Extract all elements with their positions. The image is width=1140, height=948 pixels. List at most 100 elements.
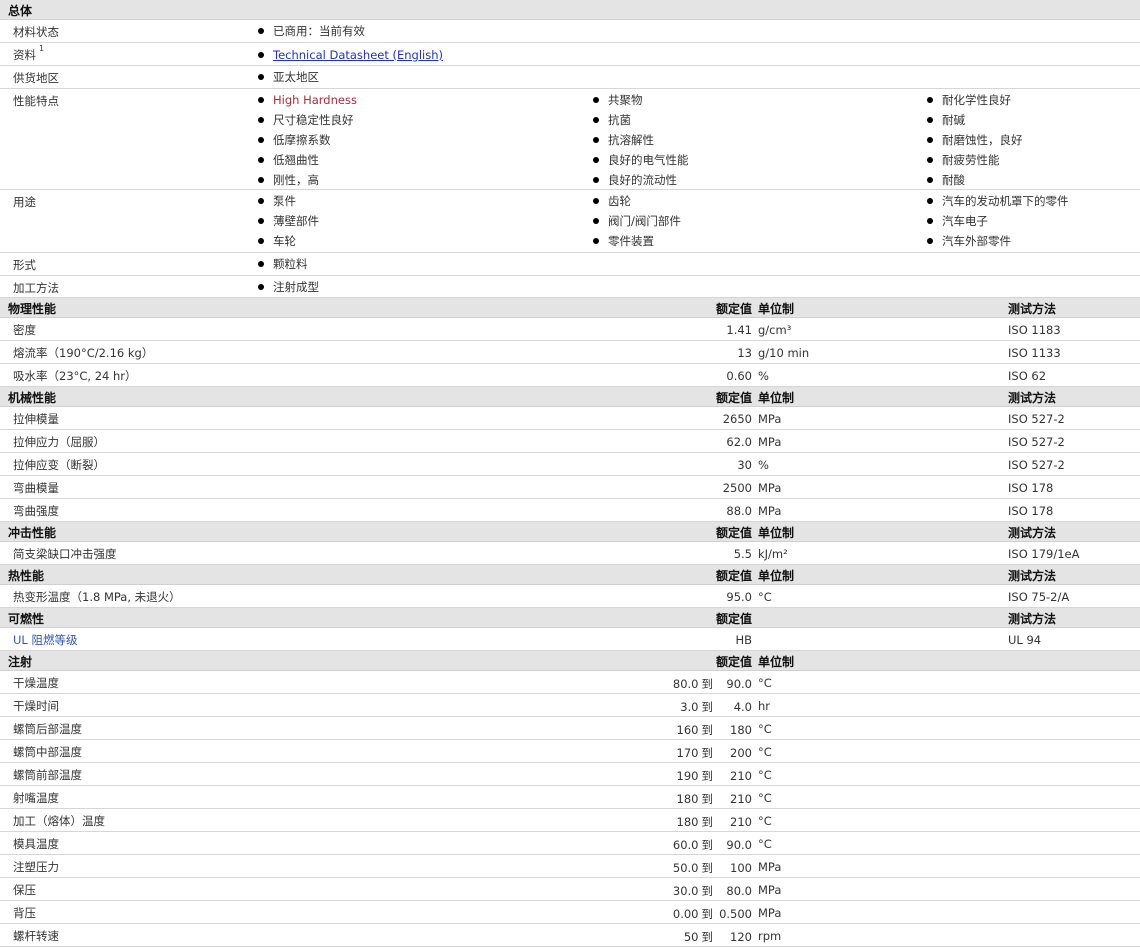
property-label: 螺筒后部温度 [13, 722, 82, 736]
property-range: 30.0 到 80.0 [673, 883, 752, 899]
injection-row: 干燥温度 80.0 到 90.0 °C [0, 671, 1140, 694]
row-region: 供货地区 亚太地区 [0, 66, 1140, 89]
range-to: 100 [730, 861, 752, 875]
property-method: ISO 527-2 [1008, 435, 1065, 449]
property-method: ISO 1133 [1008, 346, 1061, 360]
injection-row: 注塑压力 50.0 到 100 MPa [0, 855, 1140, 878]
property-value: HB [735, 633, 752, 647]
injection-row: 螺杆转速 50 到 120 rpm [0, 924, 1140, 947]
property-label: 注塑压力 [13, 860, 59, 874]
range-from: 170 [676, 746, 699, 760]
property-method: ISO 1183 [1008, 323, 1061, 337]
property-label: 螺筒中部温度 [13, 745, 82, 759]
property-range: 170 到 200 [677, 745, 752, 761]
row-uses: 用途 泵件 薄壁部件 车轮 齿轮 阀门/阀门部件 零件装置 汽车的发动机罩下的零… [0, 190, 1140, 253]
range-separator: 到 [701, 907, 714, 921]
use-item: 泵件 [258, 191, 296, 211]
range-separator: 到 [701, 861, 714, 875]
property-unit: MPa [758, 860, 782, 874]
col-header-method: 测试方法 [1008, 391, 1057, 405]
property-range: 180 到 210 [677, 814, 752, 830]
property-value: 2650 [722, 412, 752, 426]
section-title: 可燃性 [8, 612, 45, 626]
col-header-nominal: 额定值 [715, 655, 752, 669]
feature-item: 抗溶解性 [593, 130, 654, 150]
property-unit: rpm [758, 929, 782, 943]
property-unit: % [758, 458, 769, 472]
property-label: 模具温度 [13, 837, 59, 851]
property-label: 熔流率（190°C/2.16 kg） [13, 346, 154, 360]
range-from: 50.0 [672, 861, 699, 875]
property-unit: °C [758, 814, 772, 828]
col-header-method: 测试方法 [1008, 526, 1057, 540]
property-row: UL 阻燃等级 HB UL 94 [0, 628, 1140, 651]
property-unit: MPa [758, 883, 782, 897]
injection-row: 模具温度 60.0 到 90.0 °C [0, 832, 1140, 855]
property-unit: MPa [758, 435, 782, 449]
use-item: 薄壁部件 [258, 211, 319, 231]
injection-row: 螺筒中部温度 170 到 200 °C [0, 740, 1140, 763]
feature-item: 耐化学性良好 [927, 90, 1011, 110]
section-header-physical: 物理性能 额定值 单位制 测试方法 [0, 298, 1140, 318]
use-item: 阀门/阀门部件 [593, 211, 681, 231]
row-material-status: 材料状态 已商用：当前有效 [0, 20, 1140, 43]
range-to: 210 [730, 769, 752, 783]
section-title: 冲击性能 [8, 526, 57, 540]
row-processing: 加工方法 注射成型 [0, 276, 1140, 298]
property-value: 1.41 [726, 323, 752, 337]
section-header-flammability: 可燃性 额定值 测试方法 [0, 608, 1140, 628]
datasheet-link-item: Technical Datasheet (English) [258, 45, 443, 65]
property-unit: % [758, 369, 769, 383]
property-row: 熔流率（190°C/2.16 kg） 13 g/10 min ISO 1133 [0, 341, 1140, 364]
property-row: 拉伸模量 2650 MPa ISO 527-2 [0, 407, 1140, 430]
property-value: 13 [737, 346, 752, 360]
property-method: ISO 178 [1008, 504, 1054, 518]
property-unit: g/cm³ [758, 323, 792, 337]
range-to: 200 [730, 746, 752, 760]
section-title: 热性能 [8, 569, 45, 583]
range-from: 3.0 [680, 700, 699, 714]
property-unit: °C [758, 745, 772, 759]
range-from: 50 [683, 930, 699, 944]
use-item: 零件装置 [593, 231, 654, 251]
property-label: 拉伸模量 [13, 412, 59, 426]
property-value: 88.0 [726, 504, 752, 518]
property-method: ISO 75-2/A [1008, 590, 1070, 604]
technical-datasheet-link[interactable]: Technical Datasheet (English) [273, 48, 443, 62]
row-label: 用途 [13, 195, 36, 209]
property-label: 背压 [13, 906, 36, 920]
range-from: 160 [676, 723, 699, 737]
injection-row: 保压 30.0 到 80.0 MPa [0, 878, 1140, 901]
section-header-injection: 注射 额定值 单位制 [0, 651, 1140, 671]
col-header-nominal: 额定值 [715, 526, 752, 540]
property-row: 拉伸应力（屈服） 62.0 MPa ISO 527-2 [0, 430, 1140, 453]
property-unit: MPa [758, 412, 782, 426]
range-from: 190 [676, 769, 699, 783]
row-value: 颗粒料 [258, 254, 308, 274]
section-title: 物理性能 [8, 302, 57, 316]
col-header-unit: 单位制 [758, 655, 795, 669]
property-row: 弯曲模量 2500 MPa ISO 178 [0, 476, 1140, 499]
property-unit: hr [758, 699, 771, 713]
property-unit: MPa [758, 481, 782, 495]
row-label: 供货地区 [13, 71, 59, 85]
range-to: 180 [730, 723, 752, 737]
row-documents: 资料 1 Technical Datasheet (English) [0, 43, 1140, 66]
property-label: 干燥温度 [13, 676, 59, 690]
feature-item: High Hardness [258, 90, 357, 110]
row-value: 亚太地区 [258, 67, 319, 87]
property-label: 热变形温度（1.8 MPa, 未退火） [13, 590, 181, 604]
use-item: 汽车电子 [927, 211, 988, 231]
property-value: 30 [737, 458, 752, 472]
injection-row: 射嘴温度 180 到 210 °C [0, 786, 1140, 809]
range-from: 180 [676, 792, 699, 806]
col-header-method: 测试方法 [1008, 612, 1057, 626]
property-label: 螺筒前部温度 [13, 768, 82, 782]
property-row: 简支梁缺口冲击强度 5.5 kJ/m² ISO 179/1eA [0, 542, 1140, 565]
property-row: 拉伸应变（断裂） 30 % ISO 527-2 [0, 453, 1140, 476]
property-method: ISO 179/1eA [1008, 547, 1080, 561]
property-unit: °C [758, 791, 772, 805]
range-to: 80.0 [726, 884, 752, 898]
range-to: 120 [730, 930, 752, 944]
injection-row: 螺筒后部温度 160 到 180 °C [0, 717, 1140, 740]
